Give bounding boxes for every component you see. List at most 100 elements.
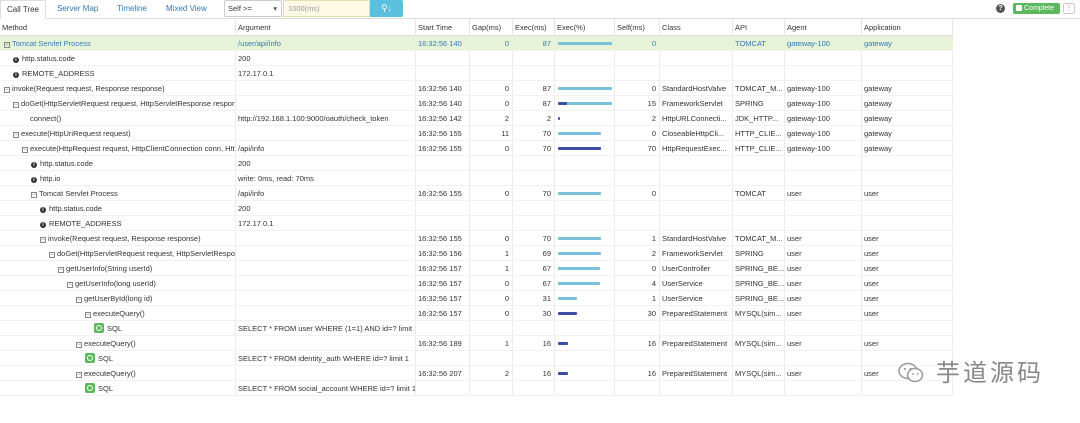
tab-call-tree[interactable]: Call Tree	[0, 0, 46, 19]
table-row[interactable]: − executeQuery() 16:32:56 157 0 30 30 Prepared…	[0, 306, 953, 321]
self-cell: 30	[647, 309, 656, 318]
info-icon: i	[40, 222, 46, 228]
table-row[interactable]: i http.io write: 0ms, read: 70ms	[0, 171, 953, 186]
method-cell: − getUserById(long id)	[0, 291, 235, 306]
collapse-toggle-icon[interactable]: −	[22, 147, 28, 153]
collapse-toggle-icon[interactable]: −	[4, 87, 10, 93]
settings-icon[interactable]: ⋮	[1063, 3, 1075, 14]
collapse-toggle-icon[interactable]: −	[13, 102, 19, 108]
table-row[interactable]: − invoke(Request request, Response respon…	[0, 231, 953, 246]
table-row[interactable]: i http.status.code 200	[0, 51, 953, 66]
gap-cell: 0	[504, 294, 509, 303]
column-header[interactable]: Gap(ms)	[470, 19, 513, 36]
tab-timeline[interactable]: Timeline	[117, 0, 147, 19]
collapse-toggle-icon[interactable]: −	[76, 342, 82, 348]
method-cell: − getUserInfo(long userId)	[0, 276, 235, 291]
filter-select[interactable]: Self >= ▾	[224, 0, 282, 17]
collapse-toggle-icon[interactable]: −	[85, 312, 91, 318]
table-row[interactable]: − getUserInfo(long userId) 16:32:56 157 0 67…	[0, 276, 953, 291]
table-row[interactable]: − executeQuery() 16:32:56 207 2 16 16 Prepared…	[0, 366, 953, 381]
collapse-toggle-icon[interactable]: −	[31, 192, 37, 198]
method-cell: − doGet(HttpServletRequest request, HttpS…	[0, 246, 235, 261]
start-cell: 16:32:56 157	[418, 294, 462, 303]
table-row[interactable]: connect() http://192.168.1.100:9000/oauth…	[0, 111, 953, 126]
column-header[interactable]: Agent	[785, 19, 862, 36]
collapse-toggle-icon[interactable]: −	[13, 132, 19, 138]
agent-cell: gateway-100	[787, 84, 830, 93]
collapse-toggle-icon[interactable]: −	[67, 282, 73, 288]
gap-cell	[470, 351, 512, 366]
table-row[interactable]: − doGet(HttpServletRequest request, HttpS…	[0, 96, 953, 111]
table-row[interactable]: i REMOTE_ADDRESS 172.17.0.1	[0, 216, 953, 231]
column-header[interactable]: Application	[862, 19, 953, 36]
method-cell: SQL	[0, 321, 235, 336]
exec-percent-cell	[555, 366, 614, 381]
start-cell	[416, 171, 469, 186]
tab-mixed-view[interactable]: Mixed View	[166, 0, 207, 19]
argument-cell: /api/info	[238, 189, 265, 198]
exec-percent-cell	[555, 111, 614, 126]
method-label: doGet(HttpServletRequest request, HttpSe…	[21, 99, 235, 108]
collapse-toggle-icon[interactable]: −	[76, 372, 82, 378]
collapse-toggle-icon[interactable]: −	[49, 252, 55, 258]
table-row[interactable]: − Tomcat Servlet Process/user/api/info 16:…	[0, 36, 953, 51]
table-row[interactable]: SQL SELECT * FROM user WHERE (1=1) AND id…	[0, 321, 953, 336]
table-row[interactable]: SQL SELECT * FROM identity_auth WHERE id=…	[0, 351, 953, 366]
exec-bar	[558, 267, 600, 270]
table-row[interactable]: − Tomcat Servlet Process/api/info 16:32:56…	[0, 186, 953, 201]
collapse-toggle-icon[interactable]: −	[4, 42, 10, 48]
column-header[interactable]: Exec(ms)	[513, 19, 555, 36]
method-cell: SQL	[0, 381, 235, 396]
table-row[interactable]: − execute(HttpUriRequest request) 16:32:56…	[0, 126, 953, 141]
column-header[interactable]: API	[733, 19, 785, 36]
cls-cell	[660, 216, 732, 231]
argument-cell	[236, 126, 415, 141]
cls-cell	[660, 381, 732, 396]
collapse-toggle-icon[interactable]: −	[40, 237, 46, 243]
help-icon[interactable]: ?	[996, 4, 1005, 13]
table-row[interactable]: i http.status.code 200	[0, 156, 953, 171]
api-cell	[733, 51, 784, 66]
filter-threshold-input[interactable]: 1000(ms)	[283, 0, 370, 17]
search-button[interactable]: ⚲↓	[370, 0, 403, 17]
cls-cell	[660, 171, 732, 186]
table-row[interactable]: − executeQuery() 16:32:56 189 1 16 16 Prepared…	[0, 336, 953, 351]
column-header[interactable]: Start Time	[416, 19, 470, 36]
exec-bar-track	[558, 282, 612, 285]
api-cell	[733, 381, 784, 396]
argument-cell	[236, 261, 415, 276]
exec-percent-cell	[555, 216, 614, 231]
table-row[interactable]: − invoke(Request request, Response respon…	[0, 81, 953, 96]
method-label: Tomcat Servlet Process	[39, 189, 118, 198]
table-row[interactable]: SQL SELECT * FROM social_account WHERE id…	[0, 381, 953, 396]
exec-percent-cell	[555, 261, 614, 276]
complete-button[interactable]: Complete	[1013, 3, 1060, 14]
exec-bar-track	[558, 102, 612, 105]
agent-cell: gateway-100	[787, 129, 830, 138]
table-row[interactable]: i REMOTE_ADDRESS 172.17.0.1	[0, 66, 953, 81]
column-header[interactable]: Argument	[236, 19, 416, 36]
column-header[interactable]: Self(ms)	[615, 19, 660, 36]
column-header[interactable]: Exec(%)	[555, 19, 615, 36]
collapse-toggle-icon[interactable]: −	[58, 267, 64, 273]
self-exec-bar	[558, 102, 567, 105]
gap-cell	[470, 216, 512, 231]
start-cell	[416, 201, 469, 216]
table-row[interactable]: − getUserById(long id) 16:32:56 157 0 31 1 Use…	[0, 291, 953, 306]
column-header[interactable]: Class	[660, 19, 733, 36]
table-row[interactable]: i http.status.code 200	[0, 201, 953, 216]
table-row[interactable]: − execute(HttpRequest request, HttpClient…	[0, 141, 953, 156]
start-cell	[416, 381, 469, 396]
cls-cell: CloseableHttpCli...	[662, 129, 725, 138]
collapse-toggle-icon[interactable]: −	[76, 297, 82, 303]
argument-cell: 172.17.0.1	[238, 219, 274, 228]
exec-bar-track	[558, 117, 612, 120]
agent-cell: user	[787, 339, 802, 348]
tab-server-map[interactable]: Server Map	[57, 0, 98, 19]
arrow-down-icon: ↓	[387, 4, 392, 13]
api-cell: SPRING_BE...	[735, 279, 784, 288]
table-row[interactable]: − getUserInfo(String userId) 16:32:56 157 1…	[0, 261, 953, 276]
table-row[interactable]: − doGet(HttpServletRequest request, HttpS…	[0, 246, 953, 261]
column-header[interactable]: Method	[0, 19, 236, 36]
method-cell: − executeQuery()	[0, 366, 235, 381]
